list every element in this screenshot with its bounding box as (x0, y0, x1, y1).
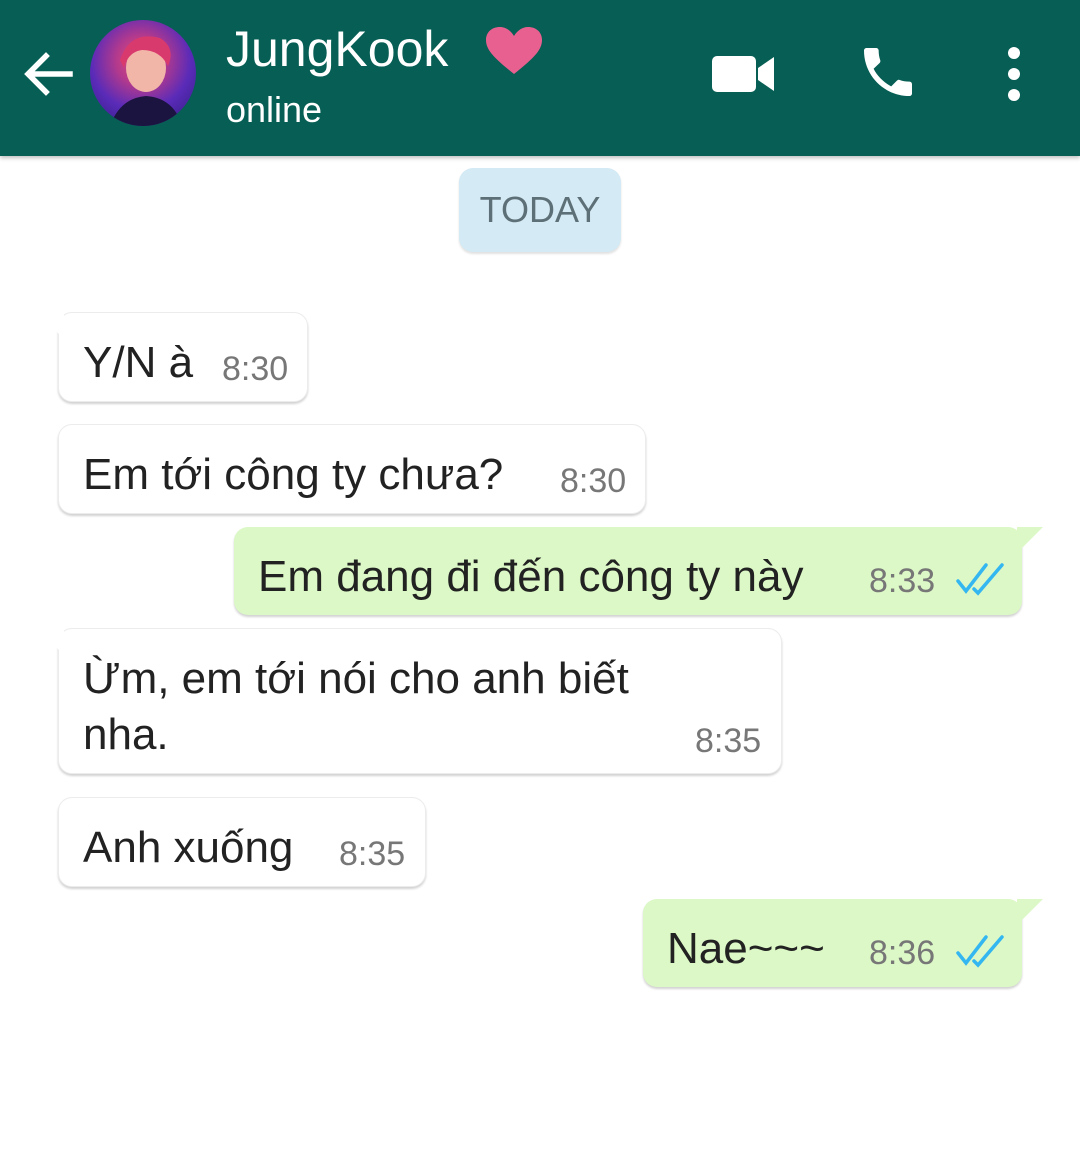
back-button[interactable] (18, 44, 78, 104)
avatar[interactable] (90, 20, 196, 126)
message-bubble-incoming[interactable]: Y/N à 8:30 (38, 312, 308, 402)
chat-header: JungKook online (0, 0, 1080, 156)
avatar-image (110, 36, 182, 126)
more-options-button[interactable] (996, 44, 1032, 104)
message-text: Ừm, em tới nói cho anh biết nha. (83, 654, 629, 759)
arrow-left-icon (24, 52, 73, 96)
bubble-tail (38, 313, 64, 339)
message-text: Nae~~~ (667, 924, 825, 973)
message-bubble-outgoing[interactable]: Nae~~~ 8:36 (643, 899, 1043, 987)
bubble-tail (1017, 527, 1043, 553)
message-time: 8:35 (695, 722, 762, 760)
phone-icon (864, 48, 912, 96)
message-text: Y/N à (83, 338, 194, 387)
message-bubble-incoming[interactable]: Anh xuống 8:35 (58, 797, 426, 887)
voice-call-button[interactable] (856, 40, 920, 104)
message-text: Em tới công ty chưa? (83, 450, 504, 499)
video-camera-icon (712, 56, 774, 92)
message-bubble-incoming[interactable]: Em tới công ty chưa? 8:30 (58, 424, 646, 514)
message-time: 8:36 (869, 934, 936, 972)
double-check-icon (956, 563, 1004, 596)
message-bubble-incoming[interactable]: Ừm, em tới nói cho anh biết nha. 8:35 (38, 628, 782, 774)
message-bubble-outgoing[interactable]: Em đang đi đến công ty này 8:33 (234, 527, 1043, 615)
message-time: 8:35 (339, 835, 406, 873)
more-vertical-icon (1008, 47, 1020, 101)
message-text: Em đang đi đến công ty này (258, 552, 804, 601)
video-call-button[interactable] (708, 48, 778, 98)
message-time: 8:33 (869, 562, 936, 600)
contact-name[interactable]: JungKook (226, 20, 448, 78)
bubble-tail (38, 629, 64, 655)
contact-status: online (226, 89, 323, 130)
double-check-icon (956, 935, 1004, 968)
message-time: 8:30 (222, 350, 289, 388)
message-time: 8:30 (560, 462, 627, 500)
heart-icon (486, 27, 542, 74)
message-text: Anh xuống (83, 823, 294, 872)
date-separator: TODAY (459, 168, 621, 252)
bubble-tail (1017, 899, 1043, 925)
